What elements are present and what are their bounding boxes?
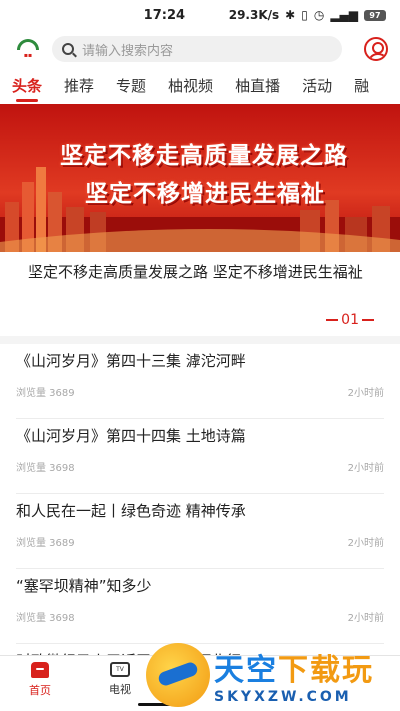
list-item[interactable]: 和人民在一起丨绿色奇迹 精神传承 浏览量 3689 2小时前 — [16, 494, 384, 569]
tab-topic[interactable]: 专题 — [116, 68, 146, 104]
news-title: “塞罕坝精神”知多少 — [16, 577, 152, 595]
pager-dash-left — [326, 319, 339, 321]
bluetooth-icon: ✱ — [285, 8, 296, 22]
tab-headline[interactable]: 头条 — [12, 68, 42, 104]
network-speed: 29.3K/s — [228, 8, 280, 22]
news-meta: 浏览量 3689 2小时前 — [16, 534, 384, 549]
watermark-main-text: 天空 — [214, 653, 278, 688]
battery-icon: 97 — [364, 9, 386, 21]
watermark-text: 天空下载玩 SKYXZW.COM — [214, 645, 374, 705]
status-bar: 17:24 29.3K/s ✱ ▯ ◷ ▂▄▆ 97 — [0, 0, 400, 30]
user-icon[interactable] — [364, 37, 388, 61]
home-icon — [31, 662, 49, 678]
status-time: 17:24 — [143, 7, 186, 23]
status-indicators: 29.3K/s ✱ ▯ ◷ ▂▄▆ 97 — [229, 8, 386, 22]
search-placeholder: 请输入搜索内容 — [82, 43, 174, 59]
alarm-icon: ◷ — [313, 8, 325, 22]
search-icon — [62, 43, 74, 55]
list-item[interactable]: “塞罕坝精神”知多少 浏览量 3698 2小时前 — [16, 569, 384, 644]
category-tabs: 头条 推荐 专题 柚视频 柚直播 活动 融 — [0, 68, 400, 104]
tv-icon: TV — [110, 662, 130, 677]
news-time: 2小时前 — [347, 463, 384, 474]
tab-live[interactable]: 柚直播 — [235, 68, 280, 104]
tab-media[interactable]: 融 — [354, 68, 369, 104]
news-views: 浏览量 3698 — [16, 463, 75, 474]
news-meta: 浏览量 3689 2小时前 — [16, 384, 384, 399]
tab-video[interactable]: 柚视频 — [168, 68, 213, 104]
news-title: 和人民在一起丨绿色奇迹 精神传承 — [16, 502, 246, 520]
app-logo[interactable]: ▪▪ — [12, 34, 44, 64]
app-header: ▪▪ 请输入搜索内容 — [0, 30, 400, 68]
pager-dash-right — [362, 319, 374, 321]
news-views: 浏览量 3689 — [16, 538, 75, 549]
news-views: 浏览量 3689 — [16, 388, 75, 399]
pager-number: 01 — [341, 312, 359, 328]
list-item[interactable]: 《山河岁月》第四十四集 土地诗篇 浏览量 3698 2小时前 — [16, 419, 384, 494]
watermark-logo-icon — [146, 643, 210, 707]
site-watermark: 天空下载玩 SKYXZW.COM — [146, 642, 396, 708]
nav-tv[interactable]: TV 电视 — [100, 662, 140, 697]
search-bar[interactable]: 请输入搜索内容 — [52, 36, 342, 62]
headline-title: 坚定不移走高质量发展之路 坚定不移增进民生福祉 — [28, 263, 363, 281]
logo-mark-icon: ▪▪ — [23, 52, 33, 59]
signal-icon: ▂▄▆ — [330, 8, 358, 22]
nav-home[interactable]: 首页 — [20, 662, 60, 698]
vibrate-icon: ▯ — [301, 8, 308, 22]
news-time: 2小时前 — [347, 613, 384, 624]
watermark-accent-text: 下载玩 — [278, 653, 374, 688]
news-views: 浏览量 3698 — [16, 613, 75, 624]
carousel-pager: 01 — [326, 312, 374, 328]
headline-banner[interactable]: 坚定不移走高质量发展之路 坚定不移增进民生福祉 — [0, 104, 400, 252]
news-meta: 浏览量 3698 2小时前 — [16, 609, 384, 624]
logo-arc-icon — [17, 39, 39, 50]
news-time: 2小时前 — [347, 388, 384, 399]
tab-activity[interactable]: 活动 — [302, 68, 332, 104]
watermark-sub: SKYXZW.COM — [214, 689, 352, 705]
banner-title-line2: 坚定不移增进民生福祉 — [85, 181, 325, 207]
news-time: 2小时前 — [347, 538, 384, 549]
tab-recommend[interactable]: 推荐 — [64, 68, 94, 104]
nav-home-label: 首页 — [29, 684, 51, 697]
list-item[interactable]: 《山河岁月》第四十三集 滹沱河畔 浏览量 3689 2小时前 — [16, 344, 384, 419]
nav-tv-label: 电视 — [109, 683, 131, 696]
watermark-main: 天空下载玩 — [214, 645, 374, 689]
news-title: 《山河岁月》第四十四集 土地诗篇 — [16, 427, 246, 445]
banner-title-line1: 坚定不移走高质量发展之路 — [60, 143, 348, 169]
news-meta: 浏览量 3698 2小时前 — [16, 459, 384, 474]
headline-card[interactable]: 坚定不移走高质量发展之路 坚定不移增进民生福祉 01 — [0, 252, 400, 336]
news-title: 《山河岁月》第四十三集 滹沱河畔 — [16, 352, 246, 370]
